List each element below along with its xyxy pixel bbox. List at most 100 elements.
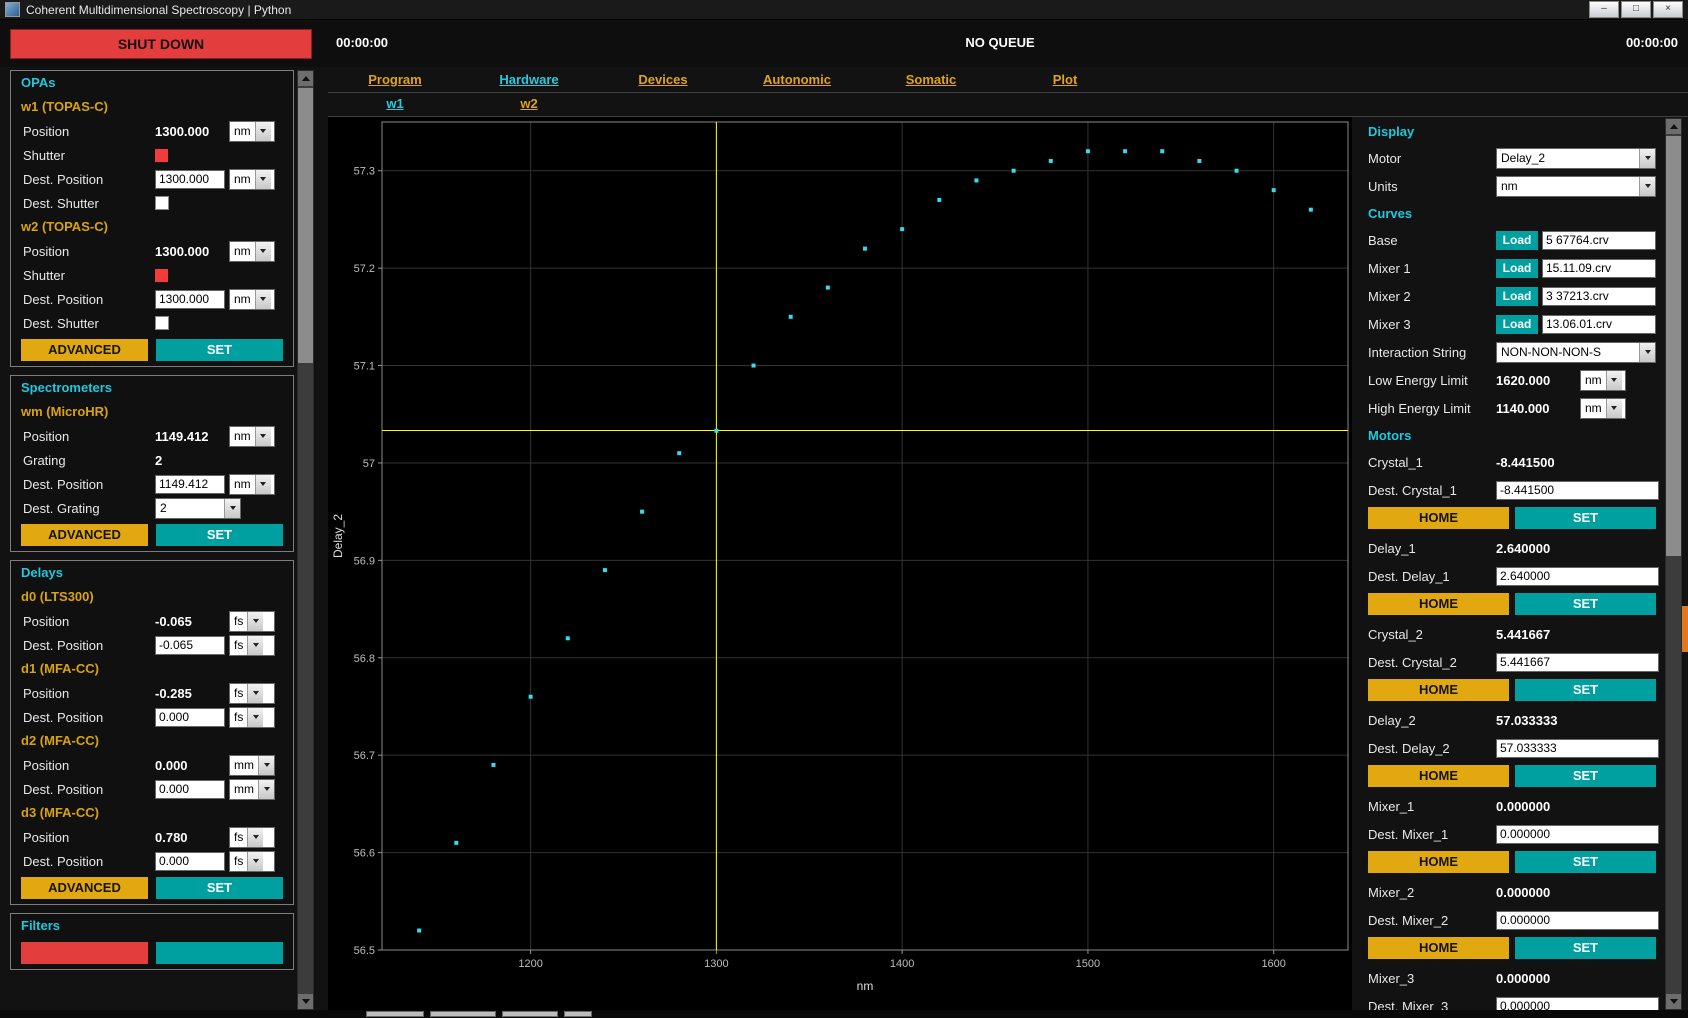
- opas-advanced-button[interactable]: ADVANCED: [21, 339, 148, 361]
- mixer-2-home-button[interactable]: HOME: [1368, 937, 1509, 959]
- chevron-down-icon[interactable]: [1639, 149, 1655, 168]
- base-load-button[interactable]: Load: [1496, 231, 1538, 250]
- tuning-curve-plot[interactable]: 1200130014001500160056.556.656.756.856.9…: [328, 116, 1352, 1010]
- d1-dest-units-combo[interactable]: fs: [229, 707, 275, 728]
- chevron-down-icon[interactable]: [255, 242, 271, 261]
- spectrometers-set-button[interactable]: SET: [156, 524, 283, 546]
- spectrometers-advanced-button[interactable]: ADVANCED: [21, 524, 148, 546]
- mixer2-load-button[interactable]: Load: [1496, 287, 1538, 306]
- taskbar-window-fragment[interactable]: [502, 1011, 558, 1017]
- taskbar-window-fragment[interactable]: [366, 1011, 424, 1017]
- filters-set-button[interactable]: [156, 942, 283, 964]
- chevron-down-icon[interactable]: [247, 828, 263, 847]
- d0-dest-units-combo[interactable]: fs: [229, 635, 275, 656]
- wm-dest-position-input[interactable]: [155, 475, 225, 494]
- w1-position-units-combo[interactable]: nm: [229, 121, 275, 142]
- taskbar-window-fragment[interactable]: [430, 1011, 496, 1017]
- d1-position-units-combo[interactable]: fs: [229, 683, 275, 704]
- dest-mixer-1-input[interactable]: [1496, 825, 1659, 844]
- shutdown-button[interactable]: SHUT DOWN: [10, 29, 312, 59]
- w1-dest-units-combo[interactable]: nm: [229, 169, 275, 190]
- delay-2-home-button[interactable]: HOME: [1368, 765, 1509, 787]
- scroll-down-icon[interactable]: [1666, 994, 1681, 1009]
- delay-2-set-button[interactable]: SET: [1515, 765, 1656, 787]
- scroll-up-icon[interactable]: [1666, 119, 1681, 134]
- chevron-down-icon[interactable]: [247, 636, 263, 655]
- low-energy-units-combo[interactable]: nm: [1580, 370, 1626, 391]
- mixer-1-home-button[interactable]: HOME: [1368, 851, 1509, 873]
- wm-dest-units-combo[interactable]: nm: [229, 474, 275, 495]
- mixer-2-set-button[interactable]: SET: [1515, 937, 1656, 959]
- d2-dest-position-input[interactable]: [155, 780, 225, 799]
- maximize-button[interactable]: □: [1621, 1, 1651, 18]
- mixer1-load-button[interactable]: Load: [1496, 259, 1538, 278]
- dest-delay-2-input[interactable]: [1496, 739, 1659, 758]
- dest-mixer-3-input[interactable]: [1496, 997, 1659, 1011]
- units-combo[interactable]: nm: [1496, 176, 1656, 197]
- mixer2-curve-file[interactable]: 3 37213.crv: [1542, 287, 1656, 306]
- chevron-down-icon[interactable]: [247, 852, 263, 871]
- chevron-down-icon[interactable]: [255, 122, 271, 141]
- chevron-down-icon[interactable]: [255, 427, 271, 446]
- left-panel-scrollbar[interactable]: [297, 70, 314, 1010]
- chevron-down-icon[interactable]: [247, 684, 263, 703]
- chevron-down-icon[interactable]: [1639, 177, 1655, 196]
- base-curve-file[interactable]: 5 67764.crv: [1542, 231, 1656, 250]
- wm-dest-grating-combo[interactable]: 2: [155, 498, 241, 519]
- dest-mixer-2-input[interactable]: [1496, 911, 1659, 930]
- subtab-w2[interactable]: w2: [462, 92, 596, 116]
- tab-program[interactable]: Program: [328, 68, 462, 92]
- chevron-down-icon[interactable]: [258, 780, 274, 799]
- w1-dest-position-input[interactable]: [155, 170, 225, 189]
- dest-delay-1-input[interactable]: [1496, 567, 1659, 586]
- w1-dest-shutter-checkbox[interactable]: [155, 196, 169, 210]
- chevron-down-icon[interactable]: [255, 170, 271, 189]
- tab-somatic[interactable]: Somatic: [864, 68, 998, 92]
- filters-red-button[interactable]: [21, 942, 148, 964]
- w2-dest-shutter-checkbox[interactable]: [155, 316, 169, 330]
- dest-crystal-2-input[interactable]: [1496, 653, 1659, 672]
- motor-combo[interactable]: Delay_2: [1496, 148, 1656, 169]
- subtab-w1[interactable]: w1: [328, 92, 462, 116]
- delay-1-home-button[interactable]: HOME: [1368, 593, 1509, 615]
- dest-crystal-1-input[interactable]: [1496, 481, 1659, 500]
- scrollbar-thumb[interactable]: [1666, 136, 1681, 556]
- w2-dest-units-combo[interactable]: nm: [229, 289, 275, 310]
- chevron-down-icon[interactable]: [224, 499, 240, 518]
- wm-position-units-combo[interactable]: nm: [229, 426, 275, 447]
- crystal-2-home-button[interactable]: HOME: [1368, 679, 1509, 701]
- scrollbar-thumb[interactable]: [298, 88, 313, 363]
- w2-dest-position-input[interactable]: [155, 290, 225, 309]
- scroll-up-icon[interactable]: [298, 71, 313, 86]
- tab-autonomic[interactable]: Autonomic: [730, 68, 864, 92]
- d3-position-units-combo[interactable]: fs: [229, 827, 275, 848]
- tab-plot[interactable]: Plot: [998, 68, 1132, 92]
- crystal-2-set-button[interactable]: SET: [1515, 679, 1656, 701]
- chevron-down-icon[interactable]: [1639, 343, 1655, 362]
- delays-advanced-button[interactable]: ADVANCED: [21, 877, 148, 899]
- tab-devices[interactable]: Devices: [596, 68, 730, 92]
- crystal-1-set-button[interactable]: SET: [1515, 507, 1656, 529]
- right-panel-scrollbar[interactable]: [1665, 118, 1682, 1010]
- w2-position-units-combo[interactable]: nm: [229, 241, 275, 262]
- minimize-button[interactable]: –: [1589, 1, 1619, 18]
- taskbar-window-fragment[interactable]: [564, 1011, 592, 1017]
- opas-set-button[interactable]: SET: [156, 339, 283, 361]
- d2-dest-units-combo[interactable]: mm: [229, 779, 275, 800]
- delay-1-set-button[interactable]: SET: [1515, 593, 1656, 615]
- delays-set-button[interactable]: SET: [156, 877, 283, 899]
- mixer3-load-button[interactable]: Load: [1496, 315, 1538, 334]
- chevron-down-icon[interactable]: [255, 475, 271, 494]
- interaction-string-combo[interactable]: NON-NON-NON-S: [1496, 342, 1656, 363]
- d2-position-units-combo[interactable]: mm: [229, 755, 275, 776]
- chevron-down-icon[interactable]: [247, 612, 263, 631]
- d3-dest-position-input[interactable]: [155, 852, 225, 871]
- scroll-down-icon[interactable]: [298, 994, 313, 1009]
- mixer1-curve-file[interactable]: 15.11.09.crv: [1542, 259, 1656, 278]
- mixer-1-set-button[interactable]: SET: [1515, 851, 1656, 873]
- mixer3-curve-file[interactable]: 13.06.01.crv: [1542, 315, 1656, 334]
- d3-dest-units-combo[interactable]: fs: [229, 851, 275, 872]
- chevron-down-icon[interactable]: [247, 708, 263, 727]
- d1-dest-position-input[interactable]: [155, 708, 225, 727]
- tab-hardware[interactable]: Hardware: [462, 68, 596, 92]
